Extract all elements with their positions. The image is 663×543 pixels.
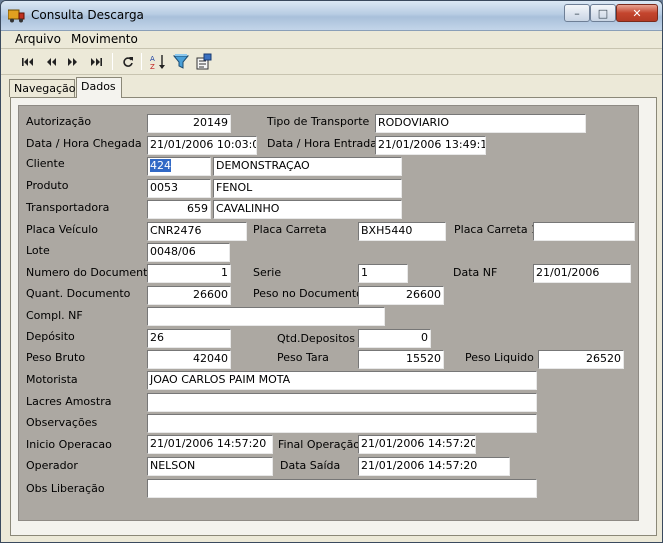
sort-icon[interactable]: AZ xyxy=(148,52,168,72)
label-data-entrada: Data / Hora Entrada xyxy=(267,137,377,150)
label-qtd-depositos: Qtd.Depositos xyxy=(277,332,355,345)
transportadora-codigo-field[interactable]: 659 xyxy=(147,200,211,219)
label-peso-documento: Peso no Documento xyxy=(253,287,363,300)
tab-navegacao[interactable]: Navegação xyxy=(9,79,76,97)
truck-icon xyxy=(8,9,25,23)
label-inicio-operacao: Inicio Operacao xyxy=(26,438,112,451)
label-observacoes: Observações xyxy=(26,416,98,429)
label-operador: Operador xyxy=(26,459,78,472)
operador-field[interactable]: NELSON xyxy=(147,457,273,476)
label-deposito: Depósito xyxy=(26,330,75,343)
observacoes-field[interactable] xyxy=(147,414,537,433)
label-placa-carreta: Placa Carreta xyxy=(253,223,327,236)
label-lote: Lote xyxy=(26,244,50,257)
title-bar[interactable]: Consulta Descarga – □ ✕ xyxy=(1,1,662,31)
label-quant-documento: Quant. Documento xyxy=(26,287,131,300)
last-icon[interactable] xyxy=(86,52,106,72)
peso-liquido-field[interactable]: 26520 xyxy=(538,350,624,369)
label-placa-carreta1: Placa Carreta 1 xyxy=(454,223,539,236)
filter-icon[interactable] xyxy=(171,52,191,72)
label-cliente: Cliente xyxy=(26,157,65,170)
label-numero-documento: Numero do Documento xyxy=(26,266,155,279)
export-icon[interactable] xyxy=(194,52,214,72)
peso-bruto-field[interactable]: 42040 xyxy=(147,350,231,369)
data-saida-field[interactable]: 21/01/2006 14:57:20 xyxy=(358,457,510,476)
menu-arquivo[interactable]: Arquivo xyxy=(15,32,61,46)
label-peso-tara: Peso Tara xyxy=(277,351,329,364)
window-title: Consulta Descarga xyxy=(31,8,144,22)
qtd-depositos-field[interactable]: 0 xyxy=(358,329,431,348)
motorista-field[interactable]: JOAO CARLOS PAIM MOTA xyxy=(147,371,537,390)
tipo-transporte-field[interactable]: RODOVIARIO xyxy=(375,114,586,133)
label-tipo-transporte: Tipo de Transporte xyxy=(267,115,370,128)
label-transportadora: Transportadora xyxy=(26,201,110,214)
next-icon[interactable] xyxy=(63,52,83,72)
autorizacao-field[interactable]: 20149 xyxy=(147,114,231,133)
lacres-amostra-field[interactable] xyxy=(147,393,537,412)
label-compl-nf: Compl. NF xyxy=(26,309,83,322)
label-motorista: Motorista xyxy=(26,373,78,386)
peso-tara-field[interactable]: 15520 xyxy=(358,350,444,369)
prior-icon[interactable] xyxy=(41,52,61,72)
label-final-operacao: Final Operação xyxy=(278,438,361,451)
placa-carreta-field[interactable]: BXH5440 xyxy=(358,222,446,241)
label-peso-bruto: Peso Bruto xyxy=(26,351,86,364)
svg-text:A: A xyxy=(150,55,155,63)
toolbar-separator xyxy=(112,53,113,70)
inicio-operacao-field[interactable]: 21/01/2006 14:57:20 xyxy=(147,435,273,454)
transportadora-nome-field[interactable]: CAVALINHO xyxy=(213,200,402,219)
app-window: Consulta Descarga – □ ✕ Arquivo Moviment… xyxy=(0,0,663,543)
produto-nome-field[interactable]: FENOL xyxy=(213,179,402,198)
label-autorizacao: Autorização xyxy=(26,115,92,128)
label-obs-liberacao: Obs Liberação xyxy=(26,482,105,495)
menu-bar: Arquivo Movimento xyxy=(1,31,662,49)
produto-codigo-field[interactable]: 0053 xyxy=(147,179,211,198)
cliente-codigo-value: 424 xyxy=(150,159,171,172)
refresh-icon[interactable] xyxy=(118,52,138,72)
svg-text:Z: Z xyxy=(150,63,155,71)
quant-documento-field[interactable]: 26600 xyxy=(147,286,231,305)
cliente-codigo-field[interactable]: 424 xyxy=(147,157,211,176)
label-data-saida: Data Saída xyxy=(280,459,341,472)
label-data-nf: Data NF xyxy=(453,266,498,279)
label-placa-veiculo: Placa Veículo xyxy=(26,223,99,236)
label-produto: Produto xyxy=(26,179,69,192)
serie-field[interactable]: 1 xyxy=(358,264,408,283)
close-button[interactable]: ✕ xyxy=(616,4,658,22)
data-entrada-field[interactable]: 21/01/2006 13:49:19 xyxy=(375,136,486,155)
label-serie: Serie xyxy=(253,266,282,279)
deposito-field[interactable]: 26 xyxy=(147,329,231,348)
placa-veiculo-field[interactable]: CNR2476 xyxy=(147,222,247,241)
lote-field[interactable]: 0048/06 xyxy=(147,243,230,262)
label-lacres-amostra: Lacres Amostra xyxy=(26,395,112,408)
peso-documento-field[interactable]: 26600 xyxy=(358,286,444,305)
tab-dados[interactable]: Dados xyxy=(76,77,122,98)
numero-documento-field[interactable]: 1 xyxy=(147,264,231,283)
data-nf-field[interactable]: 21/01/2006 xyxy=(533,264,631,283)
minimize-button[interactable]: – xyxy=(564,4,590,22)
menu-movimento[interactable]: Movimento xyxy=(71,32,138,46)
final-operacao-field[interactable]: 21/01/2006 14:57:20 xyxy=(358,435,476,454)
compl-nf-field[interactable] xyxy=(147,307,385,326)
toolbar: AZ xyxy=(1,49,662,75)
obs-liberacao-field[interactable] xyxy=(147,479,537,498)
form-area: Autorização 20149 Tipo de Transporte ROD… xyxy=(18,105,639,521)
maximize-button[interactable]: □ xyxy=(590,4,616,22)
first-icon[interactable] xyxy=(18,52,38,72)
label-peso-liquido: Peso Liquido xyxy=(465,351,534,364)
placa-carreta1-field[interactable] xyxy=(533,222,635,241)
label-data-chegada: Data / Hora Chegada xyxy=(26,137,142,150)
cliente-nome-field[interactable]: DEMONSTRAÇAO xyxy=(213,157,402,176)
data-chegada-field[interactable]: 21/01/2006 10:03:06 xyxy=(147,136,257,155)
toolbar-separator xyxy=(141,53,142,70)
